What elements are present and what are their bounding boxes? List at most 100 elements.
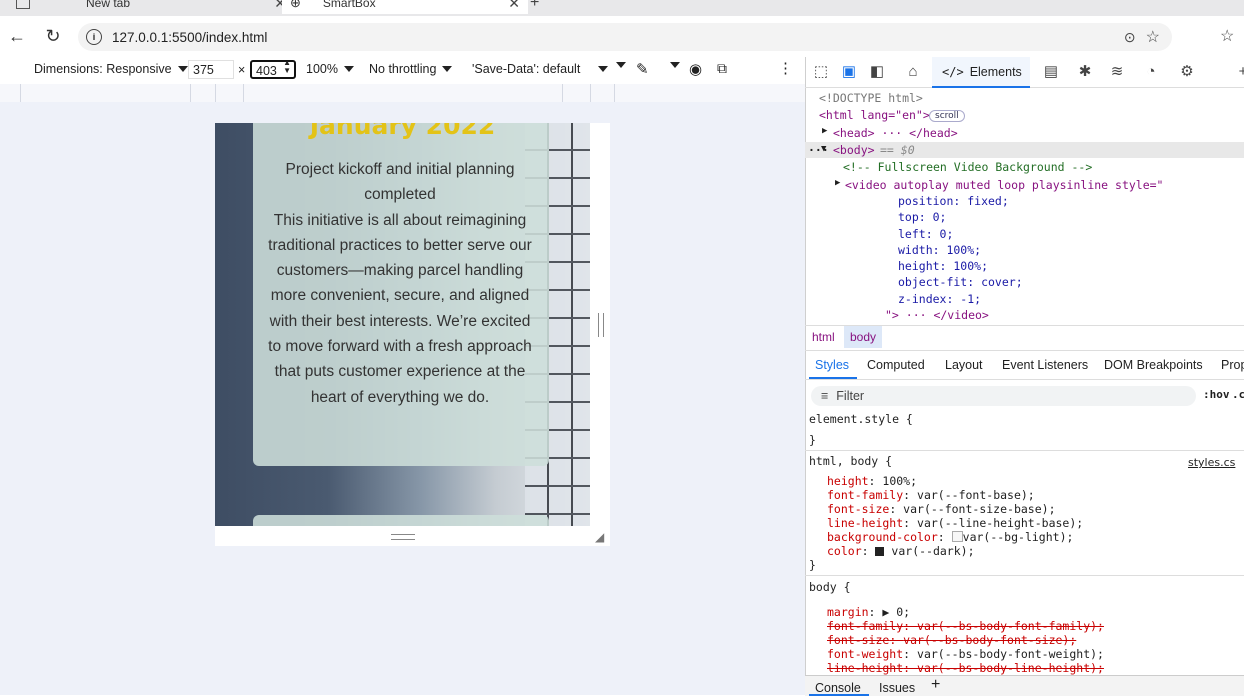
expand-icon[interactable]: ▶	[822, 126, 827, 136]
declaration-overridden[interactable]: font-family: var(--bs-body-font-family);	[827, 619, 1104, 633]
add-tab-icon[interactable]: +	[931, 676, 940, 694]
performance-icon[interactable]: ◔	[1142, 63, 1160, 81]
more-menu[interactable]	[670, 62, 680, 68]
rule-close: }	[809, 558, 816, 572]
declaration[interactable]: font-weight: var(--bs-body-font-weight);	[827, 647, 1104, 661]
eye-icon[interactable]: ◉	[689, 60, 702, 78]
save-data-select[interactable]: 'Save-Data': default	[472, 62, 609, 76]
collapse-icon[interactable]: ▼	[821, 144, 826, 154]
declaration[interactable]: line-height: var(--line-height-base);	[827, 516, 1083, 530]
favorites-icon[interactable]: ☆	[1220, 26, 1234, 46]
tab-smartbox[interactable]: ⊕ SmartBox ✕	[282, 0, 528, 14]
declaration[interactable]: margin: ▶ 0;	[827, 605, 910, 619]
color-swatch[interactable]	[875, 547, 885, 556]
tab-new-tab[interactable]: New tab ✕	[8, 0, 294, 14]
device-toggle-icon[interactable]: ▣	[840, 63, 858, 81]
style-line: top: 0;	[898, 210, 947, 224]
resize-handle-right[interactable]	[590, 123, 610, 546]
window-icon	[16, 0, 30, 9]
declaration-overridden[interactable]: font-size: var(--bs-body-font-size);	[827, 633, 1076, 647]
dom-head[interactable]: <head> ··· </head>	[833, 126, 958, 140]
filter-icon: ≡	[821, 389, 829, 403]
height-input[interactable]: 403 ▲ ▼	[250, 59, 296, 79]
resize-handle-bottom[interactable]: ◢	[215, 526, 610, 546]
add-icon[interactable]: +	[1234, 63, 1244, 81]
more-icon[interactable]: ⊙	[1124, 29, 1136, 46]
tab-elements[interactable]: </> Elements	[932, 57, 1030, 88]
close-icon[interactable]: ✕	[508, 0, 520, 12]
dom-video[interactable]: <video autoplay muted loop playsinline s…	[845, 178, 1164, 192]
dom-html[interactable]: <html lang="en">	[819, 108, 930, 122]
expand-icon[interactable]: ▶	[835, 178, 840, 188]
card-subtitle: Project kickoff and initial planning com…	[285, 161, 515, 204]
info-icon[interactable]: i	[86, 29, 102, 45]
url-text: 127.0.0.1:5500/index.html	[112, 29, 268, 45]
rule-selector[interactable]: html, body {	[809, 454, 892, 468]
times-label: ×	[238, 63, 246, 77]
tab-styles[interactable]: Styles	[815, 358, 849, 372]
declaration[interactable]: font-size: var(--font-size-base);	[827, 502, 1056, 516]
zoom-select[interactable]: 100%	[306, 62, 354, 76]
dom-doctype[interactable]: <!DOCTYPE html>	[819, 91, 923, 105]
back-icon[interactable]: ←	[4, 23, 30, 49]
dom-comment[interactable]: <!-- Fullscreen Video Background -->	[843, 160, 1092, 174]
declaration-overridden[interactable]: line-height: var(--bs-body-line-height);	[827, 661, 1104, 675]
breadcrumb-html[interactable]: html	[812, 330, 835, 344]
height-value: 403	[256, 64, 277, 78]
dom-video-close[interactable]: "> ··· </video>	[885, 308, 989, 322]
reload-icon[interactable]: ↻	[40, 23, 66, 49]
tab-event-listeners[interactable]: Event Listeners	[1002, 358, 1088, 372]
console-icon[interactable]: ▤	[1042, 63, 1060, 81]
home-icon[interactable]: ⌂	[904, 63, 922, 81]
hov-button[interactable]: :hov	[1203, 388, 1230, 401]
declaration[interactable]: height: 100%;	[827, 474, 917, 488]
color-swatch[interactable]	[951, 531, 963, 542]
inspect-icon[interactable]: ⬚	[812, 63, 830, 81]
rotate-menu[interactable]	[616, 62, 626, 68]
dom-body[interactable]: <body>	[833, 143, 875, 157]
media-query-ruler[interactable]	[0, 84, 805, 103]
tab-title: SmartBox	[322, 0, 376, 10]
dimensions-label: Dimensions: Responsive	[34, 62, 172, 76]
wifi-icon[interactable]: ≋	[1108, 63, 1126, 81]
cls-button[interactable]: .cl	[1232, 388, 1244, 401]
zoom-label: 100%	[306, 62, 338, 76]
declaration[interactable]: font-family: var(--font-base);	[827, 488, 1035, 502]
memory-icon[interactable]: ⚙	[1178, 63, 1196, 81]
spin-icon[interactable]: ▲ ▼	[283, 59, 291, 75]
card-description: This initiative is all about reimagining…	[268, 211, 532, 406]
star-icon[interactable]: ☆	[1146, 27, 1160, 47]
tab-dom-breakpoints[interactable]: DOM Breakpoints	[1104, 358, 1203, 372]
eyedropper-icon[interactable]: ✎	[636, 60, 649, 78]
corner-resize-icon[interactable]: ◢	[595, 530, 604, 544]
selected-marker: == $0	[880, 143, 915, 157]
breadcrumb-body[interactable]: body	[844, 326, 883, 348]
tab-computed[interactable]: Computed	[867, 358, 925, 372]
throttling-select[interactable]: No throttling	[369, 62, 453, 76]
address-bar[interactable]: i 127.0.0.1:5500/index.html ⊙ ☆	[78, 23, 1172, 51]
styles-filter-input[interactable]: ≡ Filter	[811, 386, 1196, 406]
dock-icon[interactable]: ◧	[868, 63, 886, 81]
tab-issues[interactable]: Issues	[879, 681, 915, 695]
declaration[interactable]: color: var(--dark);	[827, 544, 975, 558]
tab-console[interactable]: Console	[815, 681, 861, 695]
rule-selector[interactable]: element.style {	[809, 412, 913, 426]
rule-selector[interactable]: body {	[809, 580, 851, 594]
style-line: object-fit: cover;	[898, 275, 1023, 289]
bug-icon[interactable]: ✱	[1076, 63, 1094, 81]
rule-source-link[interactable]: styles.cs	[1188, 456, 1235, 469]
style-line: z-index: -1;	[898, 292, 982, 306]
kebab-menu-icon[interactable]: ⋮	[778, 59, 793, 77]
declaration[interactable]: background-color: var(--bg-light);	[827, 530, 1073, 544]
card-heading: January 2022	[309, 123, 496, 140]
tab-properties[interactable]: Prop	[1221, 358, 1244, 372]
width-input[interactable]: 375	[188, 60, 234, 79]
caret-down-icon	[343, 66, 354, 72]
new-tab-icon[interactable]: +	[530, 0, 539, 12]
caret-down-icon	[616, 62, 626, 68]
filter-placeholder: Filter	[836, 389, 865, 403]
scroll-badge[interactable]: scroll	[929, 110, 965, 122]
tab-layout[interactable]: Layout	[945, 358, 983, 372]
dimensions-select[interactable]: Dimensions: Responsive	[34, 62, 188, 76]
screenshot-icon[interactable]: ⧉	[717, 60, 727, 77]
